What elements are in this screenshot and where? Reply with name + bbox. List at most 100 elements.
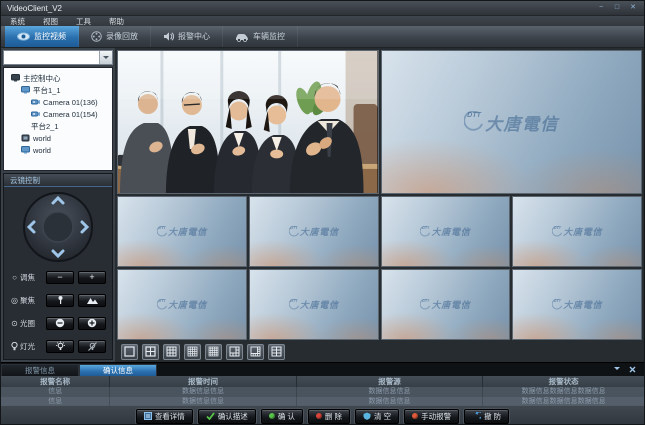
menu-view[interactable]: 视图: [34, 16, 67, 26]
iris-close-button[interactable]: [46, 317, 74, 330]
video-tile[interactable]: DTT 大唐電信: [117, 269, 247, 340]
layout-single-button[interactable]: [121, 344, 138, 360]
ptz-focus-label: 聚焦: [20, 295, 42, 306]
alarm-name-cell: 信息: [1, 397, 110, 407]
confirm-button[interactable]: 确 认: [261, 409, 303, 424]
layout-9-split-button[interactable]: [163, 344, 180, 360]
clear-button[interactable]: 清 空: [355, 409, 399, 424]
iris-ring-icon: ⊙: [9, 319, 20, 328]
zoom-out-button[interactable]: −: [46, 271, 74, 284]
focus-far-button[interactable]: [78, 294, 106, 307]
tab-playback[interactable]: 录像回放: [79, 26, 151, 47]
ptz-panel-title: 云镜控制: [4, 174, 112, 187]
device-icon: [21, 134, 30, 142]
close-panel-icon[interactable]: [629, 366, 636, 373]
video-tile[interactable]: DTT 大唐電信: [381, 50, 643, 194]
layout-16-split-button[interactable]: [184, 344, 201, 360]
focus-near-button[interactable]: [46, 294, 74, 307]
datang-watermark: DTT 大唐電信: [552, 298, 602, 311]
layout-25-split-button[interactable]: [205, 344, 222, 360]
dtt-logo-icon: DTT: [289, 299, 299, 311]
ptz-light-row: 灯光: [9, 337, 107, 355]
delete-button[interactable]: 删 除: [308, 409, 350, 424]
tree-item-platform2[interactable]: 平台2_1: [6, 120, 110, 132]
minimize-button[interactable]: −: [596, 3, 606, 13]
layout-4-split-button[interactable]: [142, 344, 159, 360]
video-tile[interactable]: DTT 大唐電信: [249, 269, 379, 340]
video-tile[interactable]: DTT 大唐電信: [381, 196, 511, 267]
alarm-time-cell: 数据信息信息: [110, 397, 296, 407]
maximize-button[interactable]: □: [612, 3, 622, 13]
button-label: 清 空: [374, 411, 391, 422]
tree-item-camera-154[interactable]: Camera 01(154): [6, 108, 110, 120]
tree-item-world-1[interactable]: world: [6, 132, 110, 144]
tree-item-platform1[interactable]: 平台1_1: [6, 84, 110, 96]
video-tile[interactable]: DTT 大唐電信: [117, 196, 247, 267]
menu-bar: 系统 视图 工具 帮助: [1, 15, 644, 26]
close-button[interactable]: ✕: [628, 3, 638, 13]
main-content: 主控制中心 平台1_1 Camera 01(136): [1, 48, 644, 362]
layout-8-split-button[interactable]: [247, 344, 264, 360]
video-tile[interactable]: DTT 大唐電信: [512, 196, 642, 267]
camera-icon: [31, 98, 40, 106]
alarm-status-header: 报警状态: [483, 376, 644, 387]
tab-confirm-info[interactable]: 确认信息: [79, 364, 157, 376]
ptz-zoom-label: 调焦: [20, 272, 42, 283]
combobox-dropdown-button[interactable]: [99, 51, 112, 64]
alarm-name-header: 报警名称: [1, 376, 110, 387]
camera-icon: [31, 110, 40, 118]
layout-6-icon: [229, 346, 240, 357]
zoom-in-button[interactable]: +: [78, 271, 106, 284]
tab-label: 报警中心: [178, 31, 210, 42]
tab-monitor-video[interactable]: 监控视频: [5, 26, 79, 47]
layout-6-split-button[interactable]: [226, 344, 243, 360]
tree-item-world-2[interactable]: world: [6, 144, 110, 156]
video-tile[interactable]: DTT 大唐電信: [381, 269, 511, 340]
undo-arrow-icon: [472, 412, 481, 420]
ptz-iris-label: 光圈: [20, 318, 42, 329]
pan-tilt-pad[interactable]: [22, 191, 94, 263]
tab-vehicle-monitor[interactable]: 车辆监控: [223, 26, 298, 47]
device-search-combobox[interactable]: [3, 50, 113, 65]
datang-watermark: DTT 大唐電信: [464, 110, 559, 135]
light-off-button[interactable]: [78, 340, 106, 353]
manual-alarm-button[interactable]: 手动报警: [404, 409, 459, 424]
alarm-table-row[interactable]: 信息 数据信息信息 数据信息信息 数据信息数据信息数据信息: [1, 397, 644, 407]
confirm-description-button[interactable]: 确认描述: [198, 409, 256, 424]
tree-item-camera-136[interactable]: Camera 01(136): [6, 96, 110, 108]
video-tile[interactable]: DTT 大唐電信: [249, 196, 379, 267]
collapse-panel-icon[interactable]: [614, 367, 620, 373]
alarm-table-header: 报警名称 报警时间 报警源 报警状态: [1, 376, 644, 387]
tab-alarm-center[interactable]: 报警中心: [151, 26, 223, 47]
video-tile[interactable]: DTT 大唐電信: [512, 269, 642, 340]
menu-help[interactable]: 帮助: [100, 16, 133, 26]
menu-system[interactable]: 系统: [1, 16, 34, 26]
disarm-button[interactable]: 撤 防: [464, 409, 509, 424]
alarm-source-cell: 数据信息信息: [297, 397, 483, 407]
iris-open-button[interactable]: [78, 317, 106, 330]
video-tile-live[interactable]: [117, 50, 379, 194]
tree-item-control-center[interactable]: 主控制中心: [6, 72, 110, 84]
control-center-icon: [11, 74, 20, 82]
datang-watermark: DTT 大唐電信: [157, 298, 207, 311]
window-controls: − □ ✕: [596, 3, 638, 13]
menu-tools[interactable]: 工具: [67, 16, 100, 26]
datang-watermark: DTT 大唐電信: [289, 225, 339, 238]
alarm-name-cell: 信息: [1, 387, 110, 397]
clear-shield-icon: [363, 412, 371, 420]
video-area: DTT 大唐電信 DTT 大唐電信: [115, 48, 644, 362]
light-on-button[interactable]: [46, 340, 74, 353]
view-details-button[interactable]: 查看详情: [136, 409, 193, 424]
manual-alarm-icon: [412, 413, 418, 419]
focus-far-mountain-icon: [86, 296, 99, 305]
alarm-table-row[interactable]: 信息 数据信息信息 数据信息信息 数据信息数据信息数据信息: [1, 387, 644, 397]
tree-item-label: 主控制中心: [23, 73, 61, 84]
alarm-panel-controls: [614, 366, 644, 376]
tab-alarm-info[interactable]: 报警信息: [1, 364, 79, 376]
window-title: VideoClient_V2: [7, 4, 62, 13]
layout-10-split-button[interactable]: [268, 344, 285, 360]
button-label: 手动报警: [421, 411, 451, 422]
details-icon: [144, 412, 152, 420]
layout-4-icon: [145, 346, 156, 357]
light-off-icon: [87, 341, 98, 352]
